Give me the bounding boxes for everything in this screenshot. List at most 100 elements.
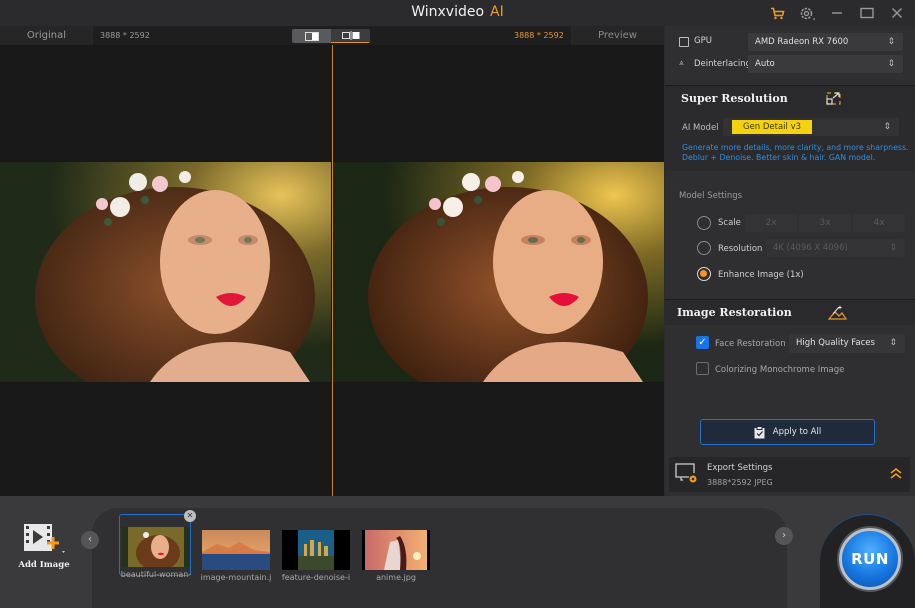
scale-option-2x[interactable]: 2x [745, 214, 797, 232]
original-image [0, 162, 331, 382]
thumbnail-image [282, 530, 350, 570]
thumbnail-item[interactable]: feature-denoise-i [280, 526, 352, 588]
run-button[interactable]: RUN [839, 528, 901, 590]
deinterlacing-value: Auto [755, 59, 775, 69]
add-image-icon [24, 524, 65, 553]
split-view-icon [304, 31, 319, 41]
gpu-label: GPU [694, 36, 712, 46]
deinterlacing-select[interactable]: Auto ⇕ [748, 55, 903, 73]
remove-thumbnail-icon[interactable]: ✕ [184, 510, 196, 522]
scroll-right-button[interactable]: › [775, 527, 793, 545]
resolution-radio[interactable] [697, 241, 711, 255]
cart-icon[interactable] [767, 3, 787, 23]
image-viewer: Original 3888 * 2592 3888 * 2592 Preview [0, 26, 664, 496]
scale-option-4x[interactable]: 4x [853, 214, 905, 232]
resolution-select[interactable]: 4K (4096 X 4096) ⇕ [766, 239, 905, 257]
thumbnail-image [202, 530, 270, 570]
preview-dimensions: 3888 * 2592 [514, 31, 564, 40]
scale-option-3x[interactable]: 3x [799, 214, 851, 232]
face-restoration-checkbox[interactable]: ✓ [696, 336, 709, 349]
scale-options: 2x 3x 4x [745, 214, 907, 232]
compare-view-icon [341, 31, 359, 40]
settings-icon[interactable] [797, 3, 817, 23]
chevron-double-up-icon[interactable] [890, 467, 902, 479]
chevron-updown-icon: ⇕ [889, 243, 897, 253]
add-image-button[interactable]: Add Image [14, 521, 70, 571]
magic-restore-icon [828, 305, 847, 320]
chevron-updown-icon: ⇕ [889, 338, 897, 348]
minimize-icon[interactable] [827, 3, 847, 23]
title-bar: Winxvideo AI [0, 0, 915, 26]
thumbnail-name: image-mountain.j [200, 573, 272, 582]
bottom-bar: Add Image ‹ › beautiful-woman- ✕ image-m… [0, 496, 915, 608]
app-title-accent: AI [490, 4, 504, 20]
tab-preview[interactable]: Preview [571, 26, 664, 45]
add-image-label: Add Image [18, 560, 70, 570]
ai-model-select[interactable]: Gen Detail v3 ⇕ [723, 118, 899, 136]
upscale-icon [826, 92, 841, 105]
thumbnail-city [282, 530, 350, 570]
apply-to-all-label: Apply to All [772, 427, 822, 437]
thumbnail-portrait [122, 527, 190, 567]
ai-model-description: Generate more details, more clarity, and… [682, 143, 912, 163]
ai-model-section: AI Model Gen Detail v3 ⇕ Generate more d… [665, 111, 915, 171]
enhance-image-label: Enhance Image (1x) [718, 270, 804, 280]
settings-panel: GPU AMD Radeon RX 7600 ⇕ ⩓ Deinterlacing… [665, 26, 915, 496]
viewer-header: Original 3888 * 2592 3888 * 2592 Preview [0, 26, 664, 45]
deinterlacing-icon: ⩓ [679, 58, 684, 68]
face-restoration-value: High Quality Faces [796, 338, 875, 348]
gpu-value: AMD Radeon RX 7600 [755, 37, 849, 47]
compare-divider-handle[interactable] [332, 45, 333, 496]
preview-image [333, 162, 664, 382]
scale-radio[interactable] [697, 216, 711, 230]
ai-model-description-line1: Generate more details, more clarity, and… [682, 143, 909, 152]
image-restoration-header: Image Restoration [665, 299, 915, 325]
thumbnail-item[interactable]: image-mountain.j [200, 526, 272, 588]
original-dimensions: 3888 * 2592 [100, 31, 150, 40]
thumbnail-mountain [202, 530, 270, 570]
scroll-left-button[interactable]: ‹ [81, 531, 99, 549]
thumbnail-image [122, 527, 190, 567]
thumbnail-name: anime.jpg [376, 573, 416, 582]
face-restoration-select[interactable]: High Quality Faces ⇕ [789, 334, 905, 353]
view-mode-toggle [292, 29, 371, 43]
enhance-image-radio[interactable] [697, 267, 711, 281]
thumbnail-name: feature-denoise-i [281, 573, 351, 582]
export-settings-details: 3888*2592 JPEG [707, 478, 773, 487]
thumbnail-strip [92, 508, 787, 608]
app-title-name: Winxvideo [411, 4, 485, 20]
compare-view-button[interactable] [331, 29, 370, 43]
super-resolution-header: Super Resolution [665, 85, 915, 111]
deinterlacing-label: Deinterlacing [694, 59, 751, 69]
ai-model-value: Gen Detail v3 [732, 120, 812, 134]
gpu-checkbox[interactable] [679, 37, 689, 47]
tab-original[interactable]: Original [0, 26, 93, 45]
ai-model-description-line2: Deblur + Denoise. Better skin & hair. GA… [682, 153, 876, 162]
super-resolution-title: Super Resolution [681, 92, 788, 105]
close-icon[interactable] [887, 3, 907, 23]
portrait-photo-preview [333, 162, 664, 382]
gpu-select[interactable]: AMD Radeon RX 7600 ⇕ [748, 33, 903, 51]
export-settings-icon [675, 463, 697, 483]
colorizing-checkbox[interactable] [696, 362, 709, 375]
ai-model-label: AI Model [682, 123, 719, 133]
thumbnail-name: beautiful-woman- [120, 570, 192, 579]
app-window: Winxvideo AI Original 3888 * 2592 3888 *… [0, 0, 915, 608]
face-restoration-label: Face Restoration [715, 339, 786, 349]
thumbnail-item[interactable]: anime.jpg [360, 526, 432, 588]
chevron-updown-icon: ⇕ [887, 59, 895, 69]
image-restoration-title: Image Restoration [677, 306, 792, 319]
portrait-photo-original [0, 162, 331, 382]
apply-to-all-button[interactable]: Apply to All [700, 419, 875, 445]
model-settings-label: Model Settings [679, 191, 743, 201]
export-settings[interactable]: Export Settings 3888*2592 JPEG [669, 457, 910, 492]
thumbnail-item[interactable]: beautiful-woman- ✕ [119, 510, 196, 579]
chevron-updown-icon: ⇕ [887, 37, 895, 47]
split-view-button[interactable] [292, 29, 331, 43]
scale-label: Scale [718, 218, 741, 228]
clipboard-check-icon [754, 425, 765, 438]
export-settings-title: Export Settings [707, 463, 773, 473]
maximize-icon[interactable] [857, 3, 877, 23]
thumbnail-image [362, 530, 430, 570]
thumbnail-anime [362, 530, 430, 570]
